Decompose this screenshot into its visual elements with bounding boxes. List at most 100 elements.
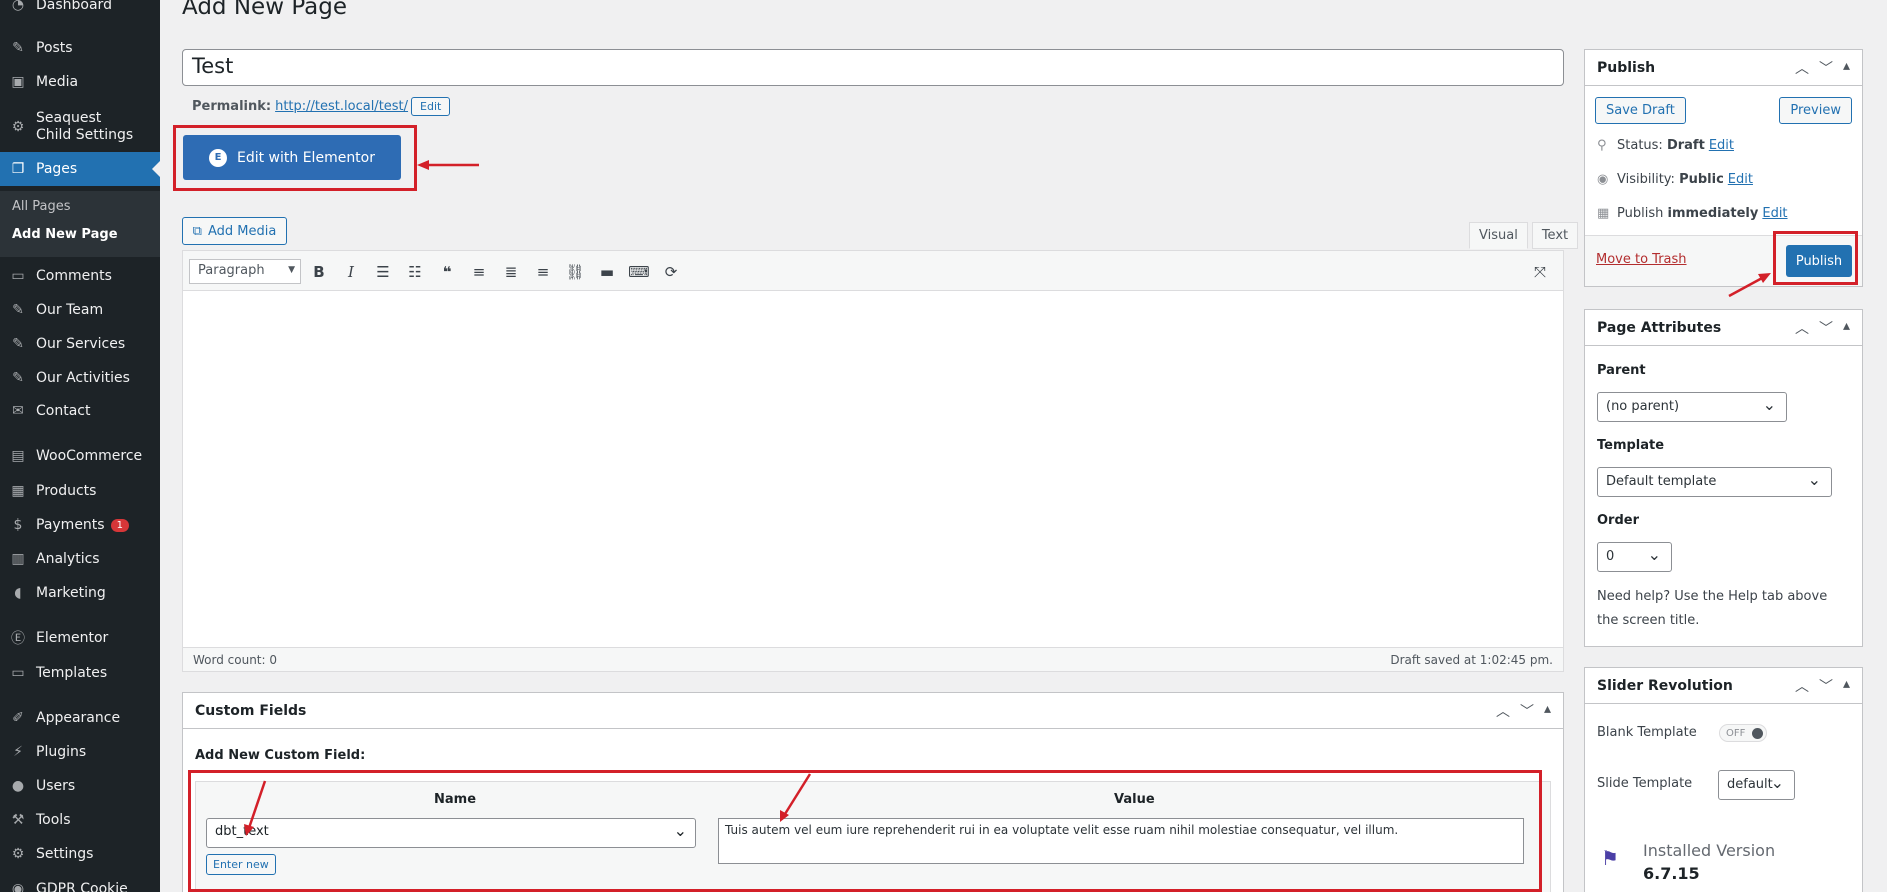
read-more-icon[interactable]: ▬	[595, 260, 619, 284]
permalink: Permalink: http://test.local/test/ Edit	[192, 97, 451, 116]
pin-icon: ✎	[12, 370, 24, 386]
collapse-icon[interactable]: ▴	[1843, 318, 1850, 338]
menu-appearance[interactable]: ✐ Appearance	[0, 701, 160, 735]
publish-time-edit-link[interactable]: Edit	[1762, 206, 1787, 221]
visibility-edit-link[interactable]: Edit	[1728, 172, 1753, 187]
menu-users[interactable]: ● Users	[0, 769, 160, 803]
template-select[interactable]: Default template	[1597, 467, 1832, 497]
chevron-up-icon[interactable]: ︿	[1795, 58, 1809, 78]
menu-pages[interactable]: ❐ Pages	[0, 152, 160, 186]
chevron-down-icon[interactable]: ﹀	[1819, 58, 1833, 78]
menu-analytics[interactable]: ▥ Analytics	[0, 542, 160, 576]
menu-our-team[interactable]: ✎ Our Team	[0, 293, 160, 327]
move-to-trash-link[interactable]: Move to Trash	[1596, 252, 1687, 267]
permalink-label: Permalink:	[192, 99, 272, 114]
status-row: ⚲ Status: Draft Edit	[1597, 138, 1734, 153]
menu-contact[interactable]: ✉ Contact	[0, 394, 160, 428]
menu-products[interactable]: ▦ Products	[0, 474, 160, 508]
refresh-icon[interactable]: ⟳	[659, 260, 683, 284]
word-count: Word count: 0	[193, 652, 278, 667]
page-attributes-box: Page Attributes ︿﹀▴ Parent (no parent) T…	[1584, 309, 1863, 647]
folder-icon: ▭	[11, 665, 25, 681]
blockquote-icon[interactable]: ❝	[435, 260, 459, 284]
pin-icon: ⚲	[1597, 138, 1607, 153]
italic-icon[interactable]: I	[339, 260, 363, 284]
tab-visual[interactable]: Visual	[1469, 222, 1528, 249]
flag-icon: ⚑	[1601, 846, 1619, 870]
menu-marketing[interactable]: ◖ Marketing	[0, 576, 160, 610]
megaphone-icon: ◖	[14, 585, 22, 601]
admin-sidebar: ◔ Dashboard ✎ Posts ▣ Media ⚙ Seaquest Child…	[0, 0, 160, 892]
collapse-icon[interactable]: ▴	[1843, 58, 1850, 78]
editor-tabs: Visual Text	[1465, 222, 1579, 249]
format-select[interactable]: Paragraph	[189, 259, 301, 284]
slider-revolution-box: Slider Revolution ︿ ﹀ ▴ Blank Template OFF…	[1584, 667, 1863, 892]
menu-payments[interactable]: $ Payments 1	[0, 508, 160, 542]
permalink-url[interactable]: http://test.local/test/	[275, 99, 408, 114]
submenu-add-new-page[interactable]: Add New Page	[12, 227, 118, 242]
order-input[interactable]: 0	[1597, 542, 1672, 572]
settings-icon: ⚙	[11, 846, 25, 862]
menu-posts[interactable]: ✎ Posts	[0, 31, 160, 65]
menu-our-activities[interactable]: ✎ Our Activities	[0, 361, 160, 395]
chevron-up-icon[interactable]: ︿	[1795, 676, 1809, 696]
add-media-button[interactable]: ⧉ Add Media	[182, 217, 287, 245]
save-draft-button[interactable]: Save Draft	[1595, 97, 1686, 124]
align-right-icon[interactable]: ≡	[531, 260, 555, 284]
collapse-icon[interactable]: ▴	[1843, 676, 1850, 696]
align-left-icon[interactable]: ≡	[467, 260, 491, 284]
order-label: Order	[1597, 513, 1639, 528]
menu-tools[interactable]: ⚒ Tools	[0, 803, 160, 837]
permalink-edit-button[interactable]: Edit	[411, 97, 451, 116]
chevron-up-icon[interactable]: ︿	[1795, 318, 1809, 338]
menu-seaquest-settings[interactable]: ⚙ Seaquest Child Settings	[0, 107, 160, 147]
edit-with-elementor-button[interactable]: E Edit with Elementor	[183, 135, 401, 180]
chevron-down-icon[interactable]: ﹀	[1819, 676, 1833, 696]
post-title-input[interactable]: Test	[182, 49, 1564, 86]
parent-label: Parent	[1597, 363, 1646, 378]
visibility-row: ◉ Visibility: Public Edit	[1597, 172, 1753, 187]
editor-status-bar: Word count: 0 Draft saved at 1:02:45 pm.	[183, 647, 1563, 671]
mail-icon: ✉	[12, 403, 24, 419]
payments-count-badge: 1	[110, 518, 129, 532]
add-custom-field-label: Add New Custom Field:	[195, 748, 366, 763]
bar-chart-icon: ▥	[11, 551, 25, 567]
menu-settings[interactable]: ⚙ Settings	[0, 837, 160, 871]
status-edit-link[interactable]: Edit	[1709, 138, 1734, 153]
toolbar-toggle-icon[interactable]: ⌨	[627, 260, 651, 284]
fullscreen-icon[interactable]: ⤧	[1528, 260, 1552, 284]
menu-comments[interactable]: ▭ Comments	[0, 259, 160, 293]
media-icon: ▣	[11, 74, 25, 90]
slide-template-select[interactable]: default	[1718, 770, 1795, 800]
menu-gdpr-cookie[interactable]: ◉ GDPR Cookie	[0, 872, 160, 892]
blank-template-toggle[interactable]: OFF	[1719, 724, 1767, 742]
tab-text[interactable]: Text	[1531, 222, 1579, 249]
menu-elementor[interactable]: Ⓔ Elementor	[0, 621, 160, 655]
bullet-list-icon[interactable]: ☰	[371, 260, 395, 284]
menu-woocommerce[interactable]: ▤ WooCommerce	[0, 439, 160, 473]
pin-icon: ✎	[12, 302, 24, 318]
blank-template-label: Blank Template	[1597, 725, 1697, 740]
bold-icon[interactable]: B	[307, 260, 331, 284]
parent-select[interactable]: (no parent)	[1597, 392, 1787, 422]
pages-icon: ❐	[11, 161, 25, 177]
publish-time-row: ▦ Publish immediately Edit	[1597, 206, 1788, 221]
numbered-list-icon[interactable]: ☷	[403, 260, 427, 284]
chevron-down-icon[interactable]: ﹀	[1819, 318, 1833, 338]
menu-media[interactable]: ▣ Media	[0, 65, 160, 99]
menu-plugins[interactable]: ⚡ Plugins	[0, 735, 160, 769]
link-icon[interactable]: ⛓	[563, 260, 587, 284]
chevron-down-icon[interactable]: ﹀	[1520, 701, 1534, 721]
eye-icon: ◉	[1597, 172, 1609, 187]
menu-templates[interactable]: ▭ Templates	[0, 656, 160, 690]
menu-our-services[interactable]: ✎ Our Services	[0, 327, 160, 361]
collapse-icon[interactable]: ▴	[1544, 701, 1551, 721]
submenu-all-pages[interactable]: All Pages	[12, 199, 71, 214]
installed-version-value: 6.7.15	[1643, 864, 1700, 883]
chevron-up-icon[interactable]: ︿	[1496, 701, 1510, 721]
menu-dashboard[interactable]: ◔ Dashboard	[0, 0, 160, 22]
preview-button[interactable]: Preview	[1779, 97, 1852, 124]
pages-submenu: All Pages Add New Page	[0, 191, 160, 257]
annotation-box-custom-field	[188, 770, 1542, 892]
align-center-icon[interactable]: ≣	[499, 260, 523, 284]
